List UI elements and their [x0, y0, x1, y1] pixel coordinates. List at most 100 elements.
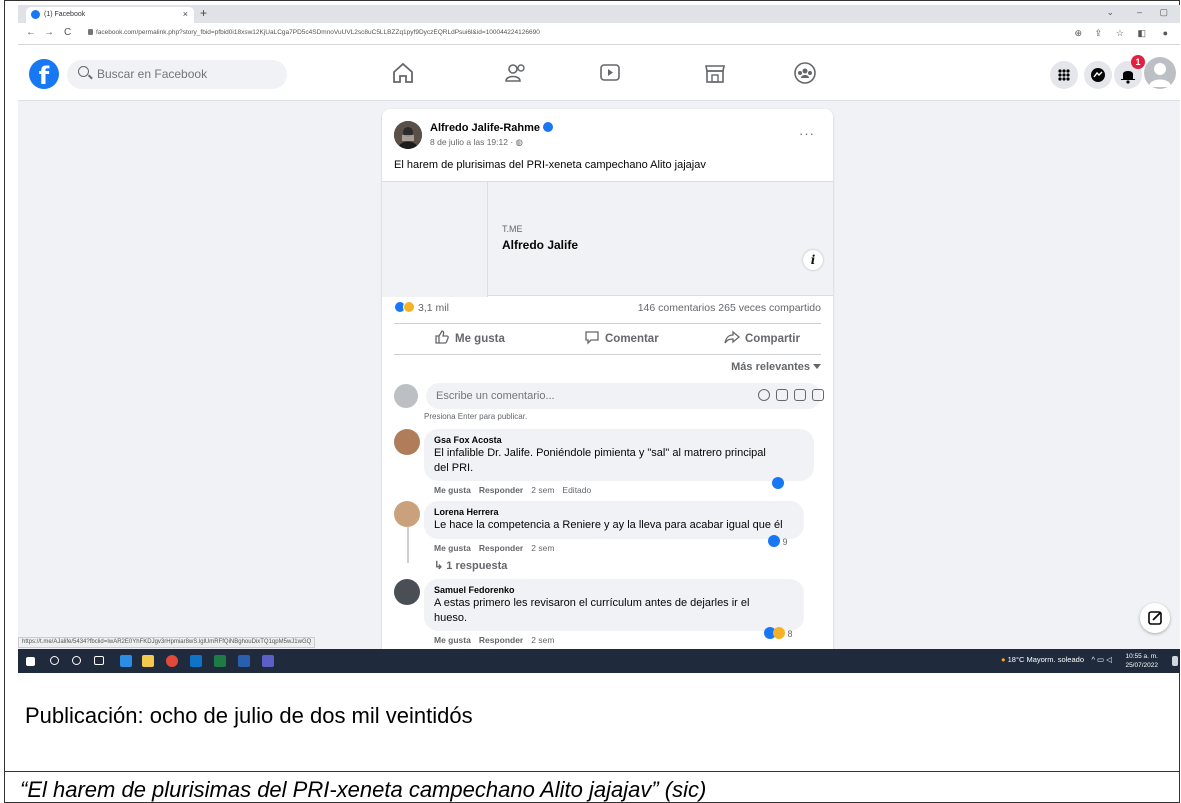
link-domain: T.ME: [502, 224, 523, 234]
commenter-avatar[interactable]: [394, 429, 420, 455]
share-icon[interactable]: ⇪: [1094, 28, 1102, 39]
outlook-icon[interactable]: [190, 655, 202, 667]
document-frame: (1) Facebook × + ⌄ – ▢ ← → C facebook.co…: [4, 0, 1180, 803]
info-icon[interactable]: i: [803, 250, 823, 270]
chrome-icon[interactable]: [166, 655, 178, 667]
commenter-name[interactable]: Gsa Fox Acosta: [434, 435, 804, 445]
notifications-button[interactable]: 1: [1114, 55, 1145, 89]
messenger-icon: [1091, 68, 1105, 82]
like-button[interactable]: Me gusta: [434, 324, 505, 354]
sidebar-icon[interactable]: ◧: [1137, 28, 1146, 39]
comment-like-link[interactable]: Me gusta: [434, 635, 471, 645]
comment-bubble: Lorena Herrera Le hace la competencia a …: [424, 501, 804, 539]
comment-reactions[interactable]: [772, 477, 784, 491]
commenter-name[interactable]: Lorena Herrera: [434, 507, 794, 517]
link-thumbnail[interactable]: [382, 182, 488, 297]
comment-time[interactable]: 2 sem: [531, 485, 554, 495]
status-bar-url: https://t.me/AJalife/5434?fbclid=IwAR2E0…: [18, 637, 316, 648]
search-input[interactable]: [97, 65, 277, 83]
menu-button[interactable]: [1050, 61, 1078, 89]
comment-reactions[interactable]: 8: [764, 627, 793, 641]
system-tray-icons[interactable]: ^ ▭ ◁: [1091, 655, 1112, 664]
link-preview[interactable]: T.ME Alfredo Jalife i: [382, 181, 833, 297]
reaction-count[interactable]: 3,1 mil: [418, 302, 449, 314]
author-avatar[interactable]: [394, 121, 422, 149]
view-replies-link[interactable]: ↳ 1 respuesta: [434, 559, 507, 572]
comment-reply-link[interactable]: Responder: [479, 485, 523, 495]
friends-icon[interactable]: [502, 59, 530, 87]
author-name[interactable]: Alfredo Jalife-Rahme: [430, 122, 540, 134]
caption-publication-date: Publicación: ocho de julio de dos mil ve…: [25, 703, 473, 728]
file-explorer-icon[interactable]: [142, 655, 154, 667]
comment-input[interactable]: [436, 388, 716, 404]
gif-icon[interactable]: [794, 389, 806, 401]
windows-start-icon[interactable]: [26, 657, 35, 666]
account-avatar[interactable]: [1144, 57, 1176, 89]
share-label: Compartir: [745, 333, 800, 345]
task-view-icon[interactable]: [94, 656, 104, 665]
post-date[interactable]: 8 de julio a las 19:12 ·: [430, 137, 513, 147]
commenter-name[interactable]: Samuel Fedorenko: [434, 585, 794, 595]
commenter-avatar[interactable]: [394, 579, 420, 605]
search-box[interactable]: [67, 60, 287, 89]
comment-like-link[interactable]: Me gusta: [434, 485, 471, 495]
notifications-icon[interactable]: [1172, 656, 1178, 666]
comment-button[interactable]: Comentar: [584, 324, 659, 354]
comment-text-line: El infalible Dr. Jalife. Poniéndole pimi…: [434, 447, 766, 459]
restore-icon[interactable]: ▢: [1159, 7, 1168, 18]
home-icon[interactable]: [389, 59, 417, 87]
excel-icon[interactable]: [214, 655, 226, 667]
my-avatar[interactable]: [394, 384, 418, 408]
comment-reactions[interactable]: 9: [768, 535, 788, 549]
comment-time[interactable]: 2 sem: [531, 543, 554, 553]
share-button[interactable]: Compartir: [724, 324, 800, 354]
verified-badge-icon: [543, 122, 554, 132]
groups-icon[interactable]: [791, 59, 819, 87]
minimize-icon[interactable]: –: [1137, 7, 1142, 17]
comment-like-link[interactable]: Me gusta: [434, 543, 471, 553]
browser-tab[interactable]: (1) Facebook ×: [26, 7, 194, 23]
edge-icon[interactable]: [120, 655, 132, 667]
comment-reply-link[interactable]: Responder: [479, 543, 523, 553]
wow-reaction-icon[interactable]: [403, 301, 415, 313]
post-timestamp[interactable]: 8 de julio a las 19:12 · ◍: [430, 137, 523, 148]
weather-widget[interactable]: ● 18°C Mayorm. soleado: [1001, 655, 1084, 664]
comments-shares-count[interactable]: 146 comentarios 265 veces compartido: [638, 302, 821, 314]
comment-box[interactable]: [426, 383, 824, 409]
comment-sort-dropdown[interactable]: Más relevantes: [731, 361, 821, 373]
facebook-logo-icon[interactable]: f: [29, 59, 59, 89]
clock[interactable]: 10:55 a. m. 25/07/2022: [1125, 652, 1158, 670]
divider: [4, 771, 1180, 772]
caption-quote: “El harem de plurisimas del PRI-xeneta c…: [20, 777, 707, 802]
cortana-icon[interactable]: [72, 656, 81, 665]
profile-icon[interactable]: ●: [1163, 28, 1168, 38]
back-icon[interactable]: ←: [26, 27, 36, 38]
forward-icon[interactable]: →: [44, 27, 54, 38]
comment-text-line: hueso.: [434, 612, 468, 624]
teams-icon[interactable]: [262, 655, 274, 667]
sticker-icon[interactable]: [812, 389, 824, 401]
post-options-icon[interactable]: ···: [799, 126, 815, 141]
reload-icon[interactable]: C: [64, 27, 71, 38]
word-icon[interactable]: [238, 655, 250, 667]
watch-icon[interactable]: [596, 59, 624, 87]
camera-icon[interactable]: [776, 389, 788, 401]
tab-search-icon[interactable]: ⌄: [1106, 7, 1114, 18]
close-tab-icon[interactable]: ×: [183, 9, 188, 19]
link-title[interactable]: Alfredo Jalife: [502, 238, 578, 252]
like-reaction-icon: [772, 477, 784, 489]
messenger-button[interactable]: [1084, 61, 1112, 89]
comment-time[interactable]: 2 sem: [531, 635, 554, 645]
new-tab-button[interactable]: +: [200, 6, 207, 20]
facebook-favicon-icon: [31, 10, 40, 19]
marketplace-icon[interactable]: [701, 59, 729, 87]
url-field[interactable]: facebook.com/permalink.php?story_fbid=pf…: [96, 29, 540, 36]
comment-reply-link[interactable]: Responder: [479, 635, 523, 645]
zoom-icon[interactable]: ⊕: [1074, 28, 1082, 39]
commenter-avatar[interactable]: [394, 501, 420, 527]
new-message-button[interactable]: [1140, 603, 1170, 633]
emoji-icon[interactable]: [758, 389, 770, 401]
search-icon[interactable]: [50, 656, 59, 665]
bookmark-star-icon[interactable]: ☆: [1116, 28, 1124, 39]
post-author[interactable]: Alfredo Jalife-Rahme: [430, 122, 554, 134]
